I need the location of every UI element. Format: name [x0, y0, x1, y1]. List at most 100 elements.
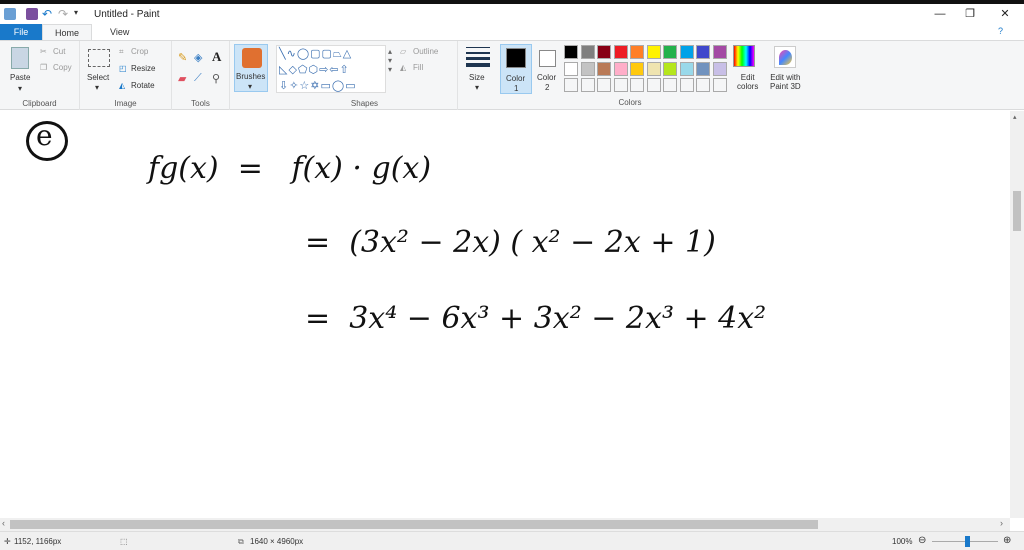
custom-color-slot[interactable] — [580, 78, 595, 92]
text-icon[interactable]: A — [212, 49, 221, 65]
cut-icon: ✂ — [40, 47, 47, 56]
paste-button[interactable]: Paste — [10, 73, 30, 82]
horizontal-scroll-thumb[interactable] — [10, 520, 818, 529]
minimize-button[interactable]: — — [925, 4, 955, 24]
zoom-out-button[interactable]: ⊖ — [918, 535, 926, 546]
select-button[interactable]: Select — [87, 73, 109, 82]
rotate-button[interactable]: Rotate — [131, 81, 155, 90]
fill-bucket-icon[interactable]: ◈ — [194, 51, 202, 64]
zoom-level: 100% — [892, 537, 913, 546]
pencil-icon[interactable]: ✎ — [178, 51, 187, 64]
color-picker-icon[interactable]: ⟋ — [194, 72, 202, 85]
palette-color-swatch[interactable] — [564, 61, 578, 76]
select-icon[interactable] — [88, 49, 110, 67]
clipboard-label: Clipboard — [22, 99, 57, 108]
zoom-in-button[interactable]: ⊕ — [1003, 535, 1011, 546]
colors-label: Colors — [618, 98, 642, 107]
tab-file[interactable]: File — [0, 24, 42, 40]
palette-color-swatch[interactable] — [630, 45, 644, 59]
palette-color-swatch[interactable] — [613, 45, 628, 59]
edit-colors-icon[interactable] — [733, 45, 755, 67]
palette-color-swatch[interactable] — [712, 45, 727, 59]
restore-button[interactable]: ❐ — [955, 4, 985, 24]
vertical-scrollbar[interactable]: ▴ — [1010, 111, 1024, 518]
brushes-button[interactable]: Brushes ▾ — [234, 44, 268, 92]
palette-color-swatch[interactable] — [712, 61, 727, 76]
equation-line-2: = (3x² − 2x) ( x² − 2x + 1) — [305, 225, 716, 260]
shapes-gallery[interactable]: ╲∿◯▢▢⏢△ ◺◇⬠⬡⇨⇦⇧ ⇩✧☆✡▭◯▭ — [276, 45, 386, 93]
clipboard-group: Paste ▾ ✂ Cut ❐ Copy Clipboard — [0, 41, 80, 110]
custom-color-slot[interactable] — [663, 78, 677, 92]
palette-color-swatch[interactable] — [646, 45, 661, 59]
palette-color-swatch[interactable] — [679, 45, 694, 59]
selection-size-icon: ⬚ — [120, 537, 128, 546]
undo-icon[interactable]: ↶ — [42, 8, 54, 20]
copy-button[interactable]: Copy — [53, 63, 72, 72]
palette-color-swatch[interactable] — [679, 61, 694, 76]
custom-color-slot[interactable] — [597, 78, 611, 92]
palette-color-swatch[interactable] — [663, 45, 677, 59]
palette-color-swatch[interactable] — [696, 45, 710, 59]
tab-home[interactable]: Home — [42, 24, 93, 40]
save-icon[interactable] — [26, 8, 38, 20]
custom-color-slot[interactable] — [679, 78, 694, 92]
cursor-position: 1152, 1166px — [14, 537, 62, 546]
redo-icon[interactable]: ↷ — [58, 8, 70, 20]
palette-color-swatch[interactable] — [597, 61, 611, 76]
cut-button[interactable]: Cut — [53, 47, 65, 56]
title-bar: ↶ ↷ ▾ Untitled - Paint — ❐ ✕ — [0, 4, 1024, 24]
edit-with-paint3d-button[interactable]: Edit with Paint 3D — [770, 73, 801, 91]
vertical-scroll-thumb[interactable] — [1013, 191, 1021, 231]
close-button[interactable]: ✕ — [990, 4, 1020, 24]
rotate-icon: ◭ — [119, 81, 126, 90]
magnifier-icon[interactable]: ⚲ — [212, 72, 220, 85]
resize-button[interactable]: Resize — [131, 64, 155, 73]
size-label: Size — [469, 73, 485, 82]
horizontal-scrollbar[interactable]: ‹ › — [0, 518, 1010, 531]
palette-color-swatch[interactable] — [564, 45, 578, 59]
color2-button[interactable]: Color 2 — [534, 44, 562, 94]
custom-color-slot[interactable] — [646, 78, 661, 92]
customize-quick-access-icon[interactable]: ▾ — [74, 8, 86, 20]
palette-color-swatch[interactable] — [630, 61, 644, 76]
crop-button[interactable]: Crop — [131, 47, 148, 56]
custom-color-slot[interactable] — [564, 78, 578, 92]
palette-color-swatch[interactable] — [663, 61, 677, 76]
paste-icon[interactable] — [11, 47, 29, 69]
custom-color-slot[interactable] — [613, 78, 628, 92]
zoom-slider-thumb[interactable] — [965, 536, 970, 547]
image-size-icon: ⧉ — [238, 537, 244, 546]
palette-color-swatch[interactable] — [597, 45, 611, 59]
crop-icon: ⌗ — [119, 47, 124, 56]
cursor-position-icon: ✛ — [4, 537, 11, 546]
paint3d-icon[interactable] — [774, 46, 796, 68]
tab-view[interactable]: View — [98, 24, 141, 40]
edit-colors-button[interactable]: Edit colors — [737, 73, 758, 91]
drawing-canvas[interactable]: e fg(x) = f(x) · g(x) = (3x² − 2x) ( x² … — [0, 111, 1010, 518]
color1-button[interactable]: Color 1 — [500, 44, 532, 94]
palette-color-swatch[interactable] — [613, 61, 628, 76]
image-group: Select ▾ ⌗ Crop ◰ Resize ◭ Rotate Image — [80, 41, 172, 110]
part-label: e — [36, 119, 53, 152]
size-button[interactable]: Size ▾ — [462, 45, 494, 95]
brushes-label: Brushes — [236, 72, 266, 81]
custom-color-slot[interactable] — [630, 78, 644, 92]
palette-color-swatch[interactable] — [580, 45, 595, 59]
palette-color-swatch[interactable] — [646, 61, 661, 76]
copy-icon: ❐ — [40, 63, 48, 72]
custom-color-slot[interactable] — [712, 78, 727, 92]
brush-icon — [242, 48, 262, 68]
color2-swatch — [539, 50, 556, 67]
color2-number: 2 — [545, 83, 550, 92]
equation-line-3: = 3x⁴ − 6x³ + 3x² − 2x³ + 4x² — [305, 301, 767, 336]
window-title: Untitled - Paint — [94, 8, 160, 20]
help-icon[interactable]: ? — [998, 26, 1003, 36]
equation-line-1: fg(x) = f(x) · g(x) — [148, 151, 432, 186]
fill-button[interactable]: Fill — [413, 63, 423, 72]
tools-label: Tools — [191, 99, 210, 108]
outline-button[interactable]: Outline — [413, 47, 438, 56]
custom-color-slot[interactable] — [696, 78, 710, 92]
palette-color-swatch[interactable] — [580, 61, 595, 76]
palette-color-swatch[interactable] — [696, 61, 710, 76]
eraser-icon[interactable]: ▰ — [178, 72, 186, 85]
